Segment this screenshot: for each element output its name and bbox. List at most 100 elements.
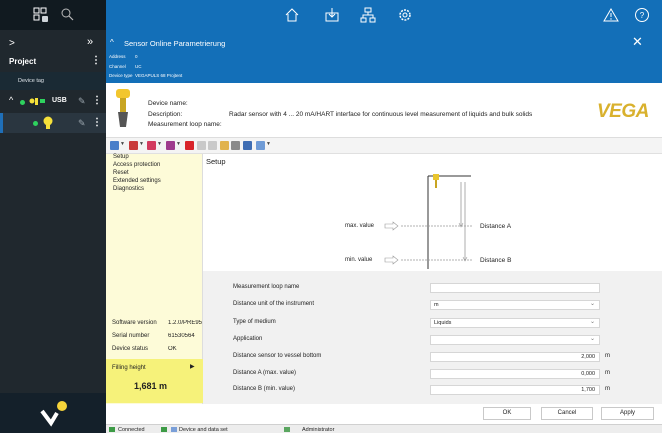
unit-label: m — [605, 353, 610, 359]
user-status: Administrator — [302, 427, 335, 433]
application-select[interactable]: ⌄ — [430, 335, 600, 345]
filling-height-value: 1,681 m — [134, 381, 168, 391]
param-label: Distance A (max. value) — [233, 370, 297, 376]
pause-icon[interactable] — [208, 141, 217, 150]
distance-a-label: Distance A — [480, 223, 512, 230]
devtype-value: VEGAPULS 68 Projtent — [135, 73, 183, 78]
project-label[interactable]: Project — [9, 57, 36, 66]
tree-item-setup[interactable]: Setup — [113, 154, 129, 160]
distance-unit-select[interactable]: m ⌄ — [430, 300, 600, 310]
min-value-label: min. value — [345, 257, 373, 263]
device-dataset-status: Device and data set — [179, 427, 228, 433]
stop-icon[interactable] — [197, 141, 206, 150]
chevron-down-icon[interactable]: ▼ — [176, 141, 181, 147]
record-icon[interactable] — [185, 141, 194, 150]
channel-row: Channel UC — [109, 64, 142, 69]
max-value-label: max. value — [345, 223, 375, 229]
help-icon[interactable] — [256, 141, 265, 150]
unit-label: m — [605, 370, 610, 376]
more-icon[interactable]: ⋮ — [92, 95, 102, 106]
cancel-button[interactable]: Cancel — [541, 407, 593, 420]
chevron-up-icon[interactable]: ^ — [9, 95, 13, 105]
chevron-down-icon[interactable]: ▼ — [139, 141, 144, 147]
play-icon[interactable]: ▶ — [190, 363, 195, 370]
tree-item-diagnostics[interactable]: Diagnostics — [113, 186, 144, 192]
device-info: Device name: Description: Measurement lo… — [106, 83, 662, 138]
ok-button[interactable]: OK — [483, 407, 531, 420]
more-icon[interactable]: ⋮ — [92, 117, 102, 128]
device-icon[interactable] — [129, 141, 138, 150]
setup-pane: Setup max. value min. value Distance A D… — [203, 154, 662, 271]
warning-icon[interactable] — [603, 7, 619, 23]
device-description: Radar sensor with 4 ... 20 mA/HART inter… — [229, 111, 533, 118]
vessel-bottom-distance-input[interactable]: 2,000 — [430, 352, 600, 362]
field-value: 2,000 — [581, 354, 595, 360]
help-icon[interactable]: ? — [634, 7, 650, 23]
home-icon[interactable] — [284, 7, 300, 23]
param-label: Distance unit of the instrument — [233, 301, 315, 307]
devtype-row: Device type VEGAPULS 68 Projtent — [109, 73, 182, 78]
devtype-label: Device type — [109, 73, 133, 78]
param-label: Distance B (min. value) — [233, 386, 296, 392]
device-status-label: Device status — [112, 346, 149, 352]
unit-label: m — [605, 386, 610, 392]
tree-item-extended-settings[interactable]: Extended settings — [113, 178, 161, 184]
chevron-down-icon: ⌄ — [589, 301, 595, 307]
chevron-right-icon[interactable]: > — [9, 38, 15, 49]
apply-button[interactable]: Apply — [601, 407, 654, 420]
import-icon[interactable] — [324, 7, 340, 23]
field-value: Liquids — [434, 320, 452, 326]
view-icon[interactable] — [110, 141, 119, 150]
param-label: Distance sensor to vessel bottom — [233, 353, 322, 359]
print-icon[interactable] — [231, 141, 240, 150]
tree-item-reset[interactable]: Reset — [113, 170, 129, 176]
selection-indicator — [0, 113, 3, 133]
chevron-down-icon[interactable]: ▼ — [157, 141, 162, 147]
loop-name-label: Measurement loop name: — [148, 121, 222, 128]
usb-node[interactable]: ^ USB ✎ ⋮ — [0, 92, 106, 112]
status-dot-icon — [20, 100, 25, 105]
toolbar: ▼ ▼ ▼ ▼ ▼ — [106, 138, 662, 154]
vessel-diagram — [384, 174, 473, 269]
parameters-form: Measurement loop name Distance unit of t… — [203, 271, 662, 404]
device-name-label: Device name: — [148, 100, 188, 107]
double-chevron-icon[interactable]: » — [87, 36, 93, 48]
more-icon[interactable]: ⋮ — [91, 55, 101, 66]
filling-height-box: Filling height ▶ 1,681 m — [106, 359, 203, 403]
loop-name-input[interactable] — [430, 283, 600, 293]
chevron-down-icon[interactable]: ▼ — [120, 141, 125, 147]
search-icon[interactable] — [60, 7, 75, 24]
medium-type-select[interactable]: Liquids ⌄ — [430, 318, 600, 328]
folder-icon[interactable] — [220, 141, 229, 150]
window-icon[interactable] — [166, 141, 175, 150]
serial-number-value: 61530564 — [168, 333, 195, 339]
grid-icon[interactable] — [33, 7, 48, 24]
sidebar: > » Project ⋮ Device tag ^ USB ✎ ⋮ ✎ ⋮ — [0, 0, 106, 433]
chevron-down-icon[interactable]: ▼ — [266, 141, 271, 147]
panel-titlebar: ^ Sensor Online Parametrierung ✕ Address… — [106, 30, 662, 83]
sensor-node[interactable]: ✎ ⋮ — [0, 113, 106, 133]
settings-icon[interactable] — [397, 7, 413, 23]
usb-device-icon — [29, 96, 47, 109]
status-dot-icon — [33, 121, 38, 126]
vega-logo: VEGA — [597, 101, 649, 122]
distance-b-input[interactable]: 1,700 — [430, 385, 600, 395]
sidebar-topbar — [0, 0, 106, 30]
edit-icon[interactable]: ✎ — [78, 118, 86, 129]
device-tag-header: Device tag — [0, 72, 106, 90]
software-version-value: 1.2.0/PRE95 — [168, 320, 203, 326]
user-icon[interactable] — [243, 141, 252, 150]
logo-area — [0, 393, 106, 433]
edit-icon[interactable]: ✎ — [78, 96, 86, 107]
tree-item-access-protection[interactable]: Access protection — [113, 162, 160, 168]
top-header: ? — [106, 0, 662, 30]
close-icon[interactable]: ✕ — [632, 34, 643, 50]
connected-status: Connected — [118, 427, 145, 433]
tool-icon[interactable] — [147, 141, 156, 150]
user-icon — [284, 427, 290, 432]
status-bar: Connected Device and data set Administra… — [106, 424, 662, 433]
sensor-icon — [41, 116, 55, 132]
distance-a-input[interactable]: 0,000 — [430, 369, 600, 379]
chevron-up-icon[interactable]: ^ — [110, 38, 114, 47]
network-icon[interactable] — [360, 7, 376, 23]
